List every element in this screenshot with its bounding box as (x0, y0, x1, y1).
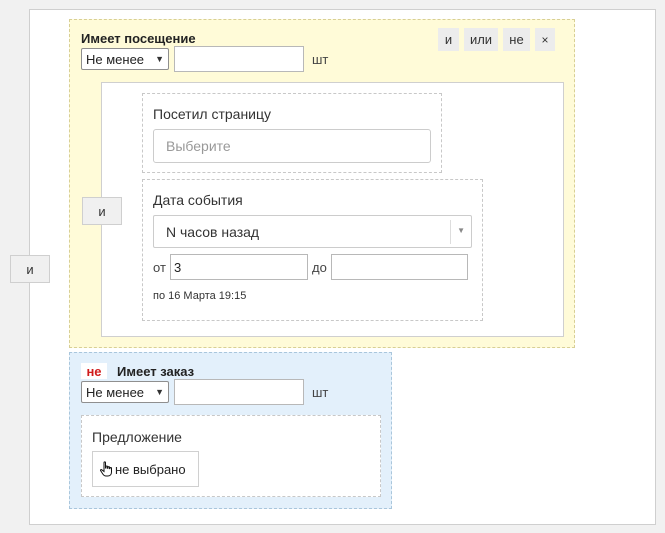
add-or-button[interactable]: или (464, 28, 498, 51)
dropdown-value: N часов назад (166, 223, 260, 240)
to-label: до (312, 260, 327, 275)
chevron-down-icon: ▼ (155, 54, 164, 64)
order-title: Имеет заказ (117, 364, 195, 379)
inner-join-button[interactable]: и (82, 197, 122, 225)
select-value: Не менее (86, 51, 145, 67)
not-badge[interactable]: не (81, 363, 107, 379)
visit-quantity-input[interactable] (174, 46, 304, 72)
offer-button-label: не выбрано (115, 461, 186, 477)
order-quantity-unit: шт (312, 385, 329, 400)
from-label: от (153, 260, 166, 275)
visit-title: Имеет посещение (81, 31, 196, 46)
remove-condition-button[interactable]: × (535, 28, 555, 51)
event-date-mode-dropdown[interactable]: N часов назад ▼ (153, 215, 472, 248)
hand-pointer-icon (99, 461, 113, 477)
outer-join-button[interactable]: и (10, 255, 50, 283)
visit-quantity-unit: шт (312, 52, 329, 67)
offer-select-button[interactable]: не выбрано (92, 451, 199, 487)
to-input[interactable] (331, 254, 468, 280)
chevron-down-icon: ▼ (457, 226, 465, 235)
visit-quantity-operator-select[interactable]: Не менее ▼ (81, 48, 169, 70)
add-and-button[interactable]: и (438, 28, 459, 51)
order-quantity-input[interactable] (174, 379, 304, 405)
event-date-label: Дата события (153, 192, 243, 208)
order-quantity-operator-select[interactable]: Не менее ▼ (81, 381, 169, 403)
page-visit-label: Посетил страницу (153, 106, 272, 122)
from-input[interactable]: 3 (170, 254, 308, 280)
add-not-button[interactable]: не (503, 28, 530, 51)
select-value: Не менее (86, 384, 145, 400)
dropdown-separator (450, 220, 451, 244)
event-date-hint: по 16 Марта 19:15 (153, 290, 247, 302)
chevron-down-icon: ▼ (155, 387, 164, 397)
page-select-input[interactable]: Выберите (153, 129, 431, 163)
offer-label: Предложение (92, 429, 182, 445)
